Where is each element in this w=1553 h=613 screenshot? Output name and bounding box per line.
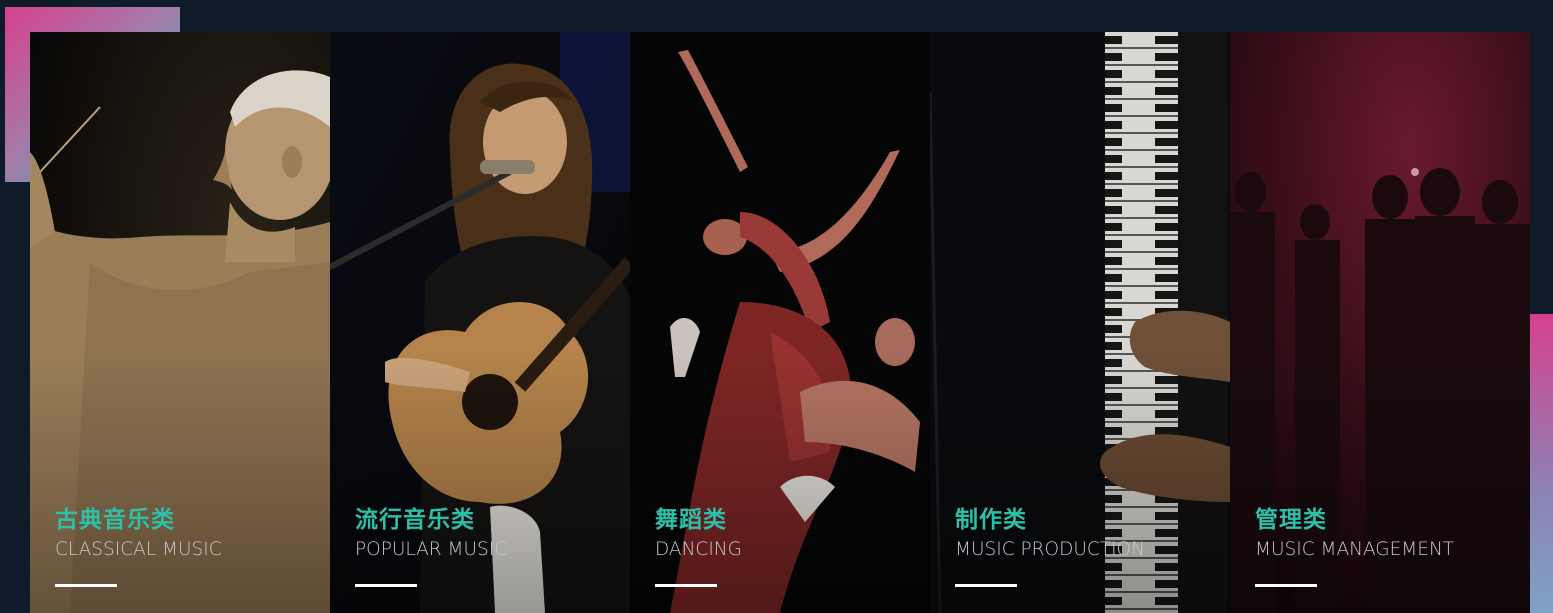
category-title-cn: 流行音乐类 <box>355 507 475 533</box>
category-title-en: MUSIC PRODUCTION <box>955 539 1145 560</box>
category-caption: 管理类 MUSIC MANAGEMENT <box>1255 504 1454 587</box>
category-title-en: MUSIC MANAGEMENT <box>1255 539 1455 560</box>
category-underline <box>655 584 717 587</box>
category-caption: 流行音乐类 POPULAR MUSIC <box>355 504 507 587</box>
category-underline <box>955 584 1017 587</box>
category-title-cn: 制作类 <box>955 507 1027 533</box>
category-card-dancing[interactable]: 舞蹈类 DANCING <box>630 32 930 613</box>
category-card-classical[interactable]: 古典音乐类 CLASSICAL MUSIC <box>30 32 330 613</box>
category-card-production[interactable]: 制作类 MUSIC PRODUCTION <box>930 32 1230 613</box>
category-caption: 古典音乐类 CLASSICAL MUSIC <box>55 504 222 587</box>
category-title-en: DANCING <box>655 539 742 560</box>
category-underline <box>355 584 417 587</box>
category-title-en: CLASSICAL MUSIC <box>55 539 222 560</box>
category-title-cn: 古典音乐类 <box>55 507 175 533</box>
category-underline <box>55 584 117 587</box>
category-caption: 制作类 MUSIC PRODUCTION <box>955 504 1145 587</box>
category-card-management[interactable]: 管理类 MUSIC MANAGEMENT <box>1230 32 1530 613</box>
category-underline <box>1255 584 1317 587</box>
category-caption: 舞蹈类 DANCING <box>655 504 742 587</box>
category-title-cn: 舞蹈类 <box>655 507 727 533</box>
category-title-en: POPULAR MUSIC <box>355 539 508 560</box>
category-strip: 古典音乐类 CLASSICAL MUSIC 流行音乐类 POPULAR MUSI… <box>30 32 1530 613</box>
category-title-cn: 管理类 <box>1255 507 1327 533</box>
category-card-popular[interactable]: 流行音乐类 POPULAR MUSIC <box>330 32 630 613</box>
